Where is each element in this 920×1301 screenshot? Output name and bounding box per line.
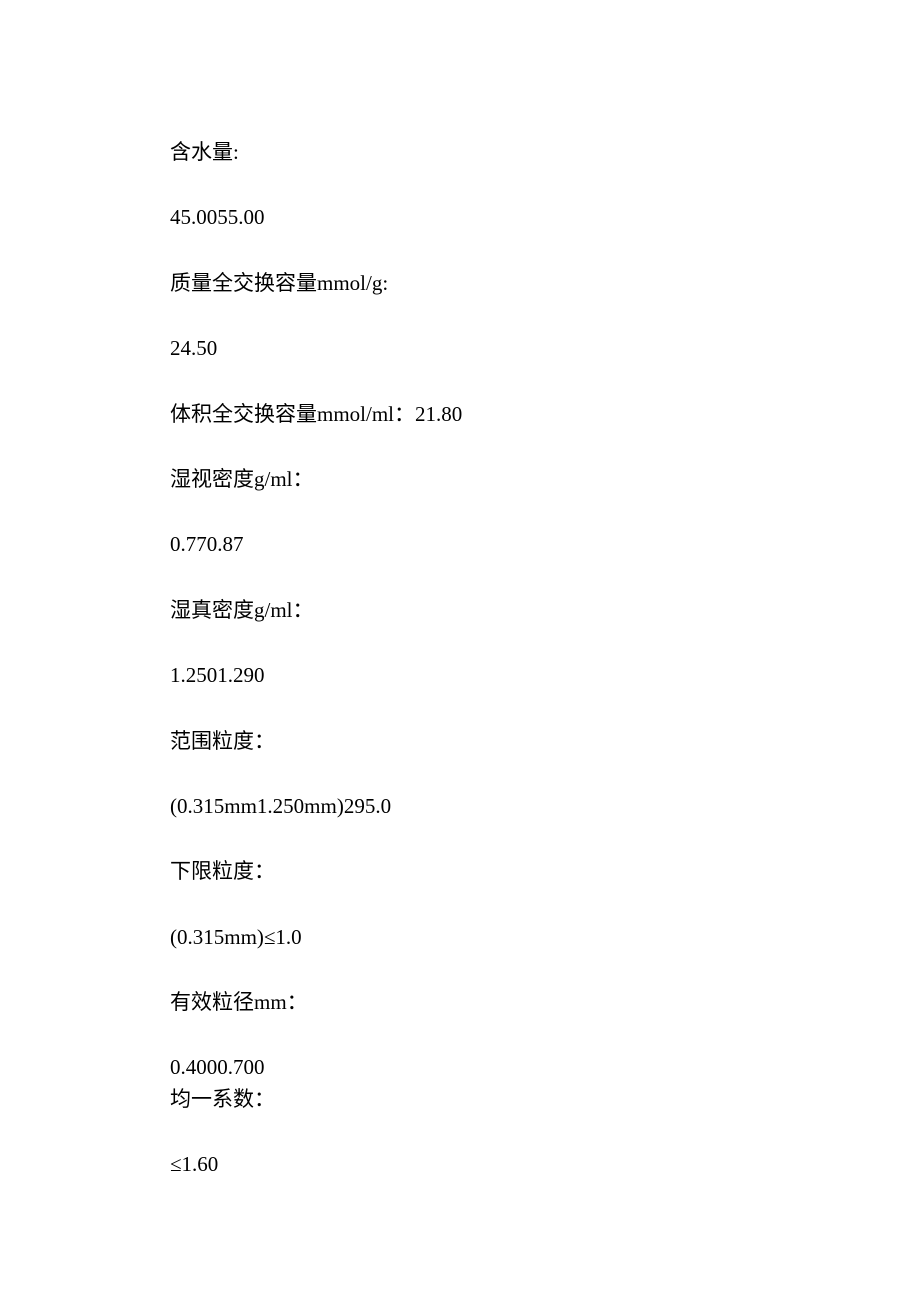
text-line: 1.2501.290 <box>170 661 730 690</box>
text-line: 45.0055.00 <box>170 203 730 232</box>
text-line: 有效粒径mm： <box>170 988 730 1017</box>
text-line: 0.770.87 <box>170 530 730 559</box>
text-line: (0.315mm1.250mm)295.0 <box>170 792 730 821</box>
text-line: 含水量: <box>170 138 730 167</box>
text-line: 质量全交换容量mmol/g: <box>170 269 730 298</box>
text-line: ≤1.60 <box>170 1150 730 1179</box>
text-line: 下限粒度： <box>170 857 730 886</box>
text-line: 湿视密度g/ml： <box>170 465 730 494</box>
document-page: 含水量: 45.0055.00 质量全交换容量mmol/g: 24.50 体积全… <box>0 0 730 1180</box>
text-line: 24.50 <box>170 334 730 363</box>
text-line: 范围粒度： <box>170 727 730 756</box>
text-line: 0.4000.700 <box>170 1053 730 1082</box>
text-line: 均一系数： <box>170 1085 730 1114</box>
text-line: 体积全交换容量mmol/ml：21.80 <box>170 400 730 429</box>
text-line: 湿真密度g/ml： <box>170 596 730 625</box>
text-line: (0.315mm)≤1.0 <box>170 923 730 952</box>
